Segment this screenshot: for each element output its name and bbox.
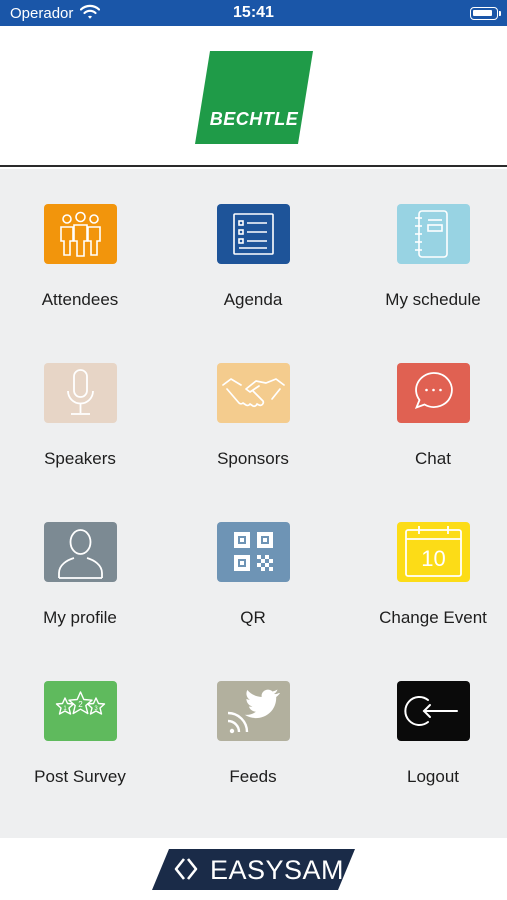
qr-code-icon xyxy=(217,522,290,582)
my-profile-label: My profile xyxy=(43,608,117,627)
menu-grid: Attendees Agenda My schedule Speakers Sp… xyxy=(0,169,507,838)
sponsors-tile[interactable]: Sponsors xyxy=(173,328,333,468)
change-event-label: Change Event xyxy=(379,608,487,627)
feeds-twitter-icon xyxy=(217,681,290,741)
calendar-day: 10 xyxy=(421,546,445,571)
attendees-label: Attendees xyxy=(41,290,119,309)
handshake-icon xyxy=(217,363,290,423)
my-profile-tile[interactable]: My profile xyxy=(0,487,160,627)
survey-star-3: 3 xyxy=(94,706,98,712)
battery-tip xyxy=(499,11,501,16)
attendees-tile[interactable]: Attendees xyxy=(0,169,160,309)
qr-tile[interactable]: QR xyxy=(173,487,333,627)
my-schedule-label: My schedule xyxy=(385,290,481,309)
status-bar: Operador 15:41 xyxy=(0,0,507,26)
chat-tile[interactable]: Chat xyxy=(353,328,507,468)
feeds-label: Feeds xyxy=(229,767,277,786)
notebook-icon xyxy=(397,204,470,264)
sponsors-label: Sponsors xyxy=(217,449,289,468)
qr-label: QR xyxy=(240,608,266,627)
post-survey-label: Post Survey xyxy=(34,767,126,786)
attendees-icon xyxy=(44,204,117,264)
change-event-tile[interactable]: 10 Change Event xyxy=(353,487,507,627)
microphone-icon xyxy=(44,363,117,423)
logo-text: BECHTLE xyxy=(209,109,299,129)
chat-label: Chat xyxy=(415,449,451,468)
footer: EASYSAM xyxy=(0,838,507,900)
clock: 15:41 xyxy=(233,4,274,21)
feeds-tile[interactable]: Feeds xyxy=(173,646,333,786)
speakers-label: Speakers xyxy=(44,449,116,468)
battery-icon xyxy=(470,7,498,20)
easysam-brand: EASYSAM xyxy=(210,855,345,885)
agenda-tile[interactable]: Agenda xyxy=(173,169,333,309)
logout-tile[interactable]: Logout xyxy=(353,646,507,786)
chat-bubble-icon xyxy=(397,363,470,423)
bechtle-logo: BECHTLE xyxy=(195,51,313,144)
agenda-icon xyxy=(217,204,290,264)
survey-star-2: 2 xyxy=(78,700,83,709)
header: BECHTLE xyxy=(0,26,507,167)
user-profile-icon xyxy=(44,522,117,582)
logout-label: Logout xyxy=(407,767,459,786)
logout-icon xyxy=(397,681,470,741)
survey-star-1: 1 xyxy=(63,706,67,712)
agenda-label: Agenda xyxy=(223,290,283,309)
speakers-tile[interactable]: Speakers xyxy=(0,328,160,468)
star-rating-icon: 1 2 3 xyxy=(44,681,117,741)
post-survey-tile[interactable]: 1 2 3 Post Survey xyxy=(0,646,160,786)
calendar-icon: 10 xyxy=(397,522,470,582)
my-schedule-tile[interactable]: My schedule xyxy=(353,169,507,309)
